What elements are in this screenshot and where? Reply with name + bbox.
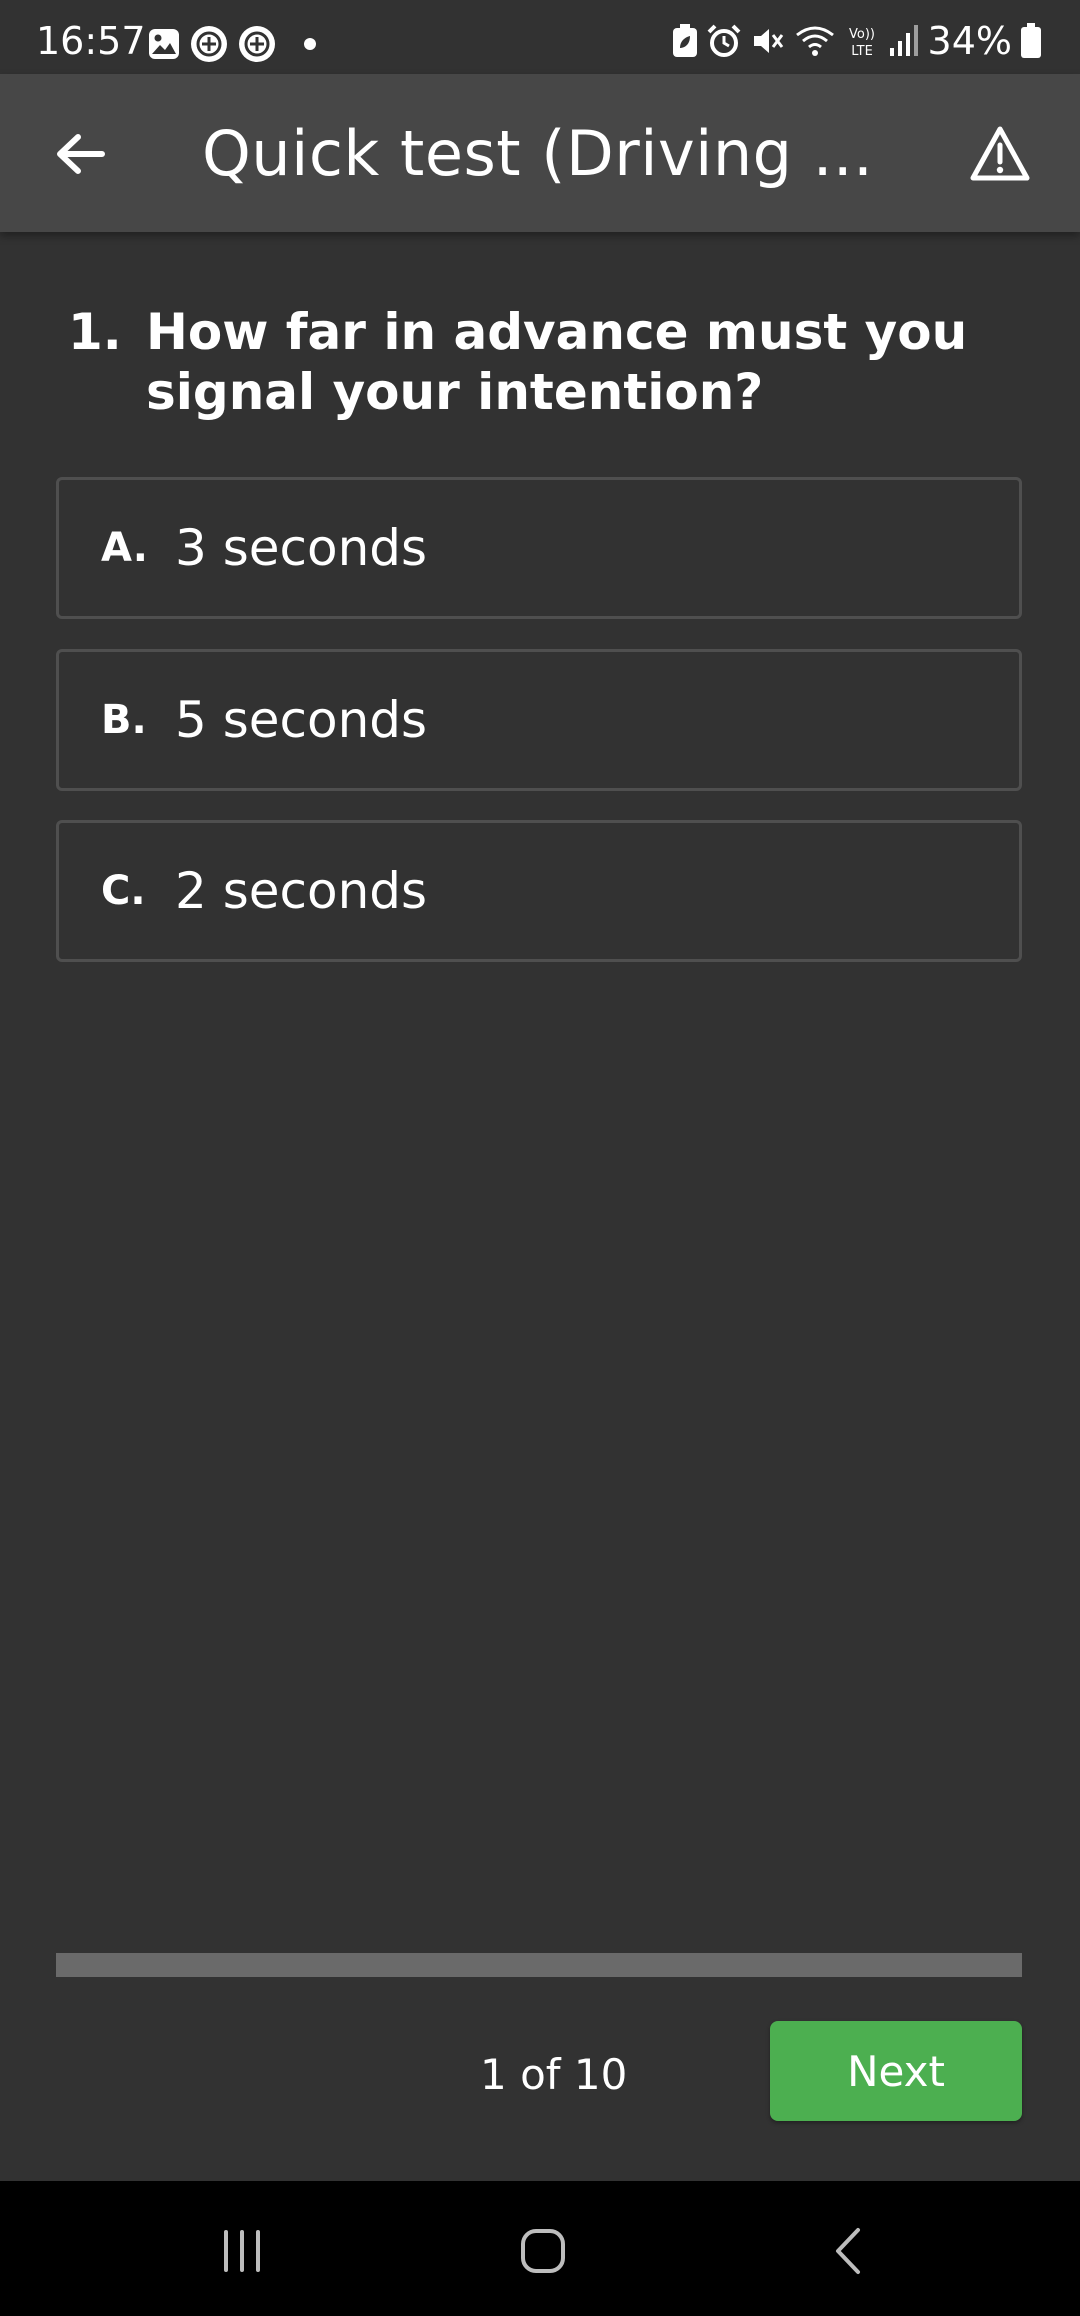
back-button[interactable] (40, 114, 120, 194)
status-bar: 16:57 Vo)) LTE 34% (0, 0, 1080, 74)
app-bar: Quick test (Driving ... (0, 74, 1080, 232)
home-icon (521, 2229, 565, 2273)
app-notification-icon (191, 26, 227, 62)
mute-icon (753, 29, 783, 53)
question-text: How far in advance must you signal your … (146, 303, 968, 421)
progress-bar (56, 1953, 1022, 1977)
option-letter: C. (101, 868, 146, 914)
warning-icon (970, 126, 1030, 181)
wifi-icon (795, 26, 834, 56)
gallery-icon (149, 29, 179, 59)
page-title: Quick test (Driving ... (202, 117, 874, 190)
battery-icon (1021, 23, 1041, 58)
svg-text:Vo)): Vo)) (849, 27, 875, 42)
system-back-button[interactable] (808, 2211, 888, 2291)
app-notification-icon (239, 26, 275, 62)
next-button[interactable]: Next (770, 2021, 1022, 2121)
dot-icon (304, 38, 316, 50)
home-button[interactable] (503, 2211, 583, 2291)
question-number: 1. (68, 303, 122, 361)
back-arrow-icon (57, 134, 105, 174)
system-nav-bar (0, 2181, 1080, 2316)
battery-saver-icon (672, 24, 697, 57)
battery-percent: 34% (927, 19, 1012, 63)
report-button[interactable] (960, 114, 1040, 194)
status-left-icons (148, 25, 320, 63)
status-time: 16:57 (36, 19, 146, 63)
option-letter: B. (101, 697, 147, 743)
alarm-icon (707, 24, 740, 57)
option-text: 5 seconds (175, 691, 428, 749)
answer-option-b[interactable]: B. 5 seconds (56, 649, 1022, 791)
back-icon (836, 2228, 860, 2274)
recent-apps-icon (224, 2230, 260, 2272)
svg-text:LTE: LTE (851, 44, 873, 58)
answer-option-a[interactable]: A. 3 seconds (56, 477, 1022, 619)
option-letter: A. (101, 525, 148, 571)
question: 1. How far in advance must you signal yo… (68, 302, 1018, 422)
volte-icon: Vo)) LTE (849, 27, 875, 58)
option-text: 2 seconds (175, 862, 428, 920)
recent-apps-button[interactable] (202, 2211, 282, 2291)
option-text: 3 seconds (175, 519, 428, 577)
answer-option-c[interactable]: C. 2 seconds (56, 820, 1022, 962)
status-right-icons: Vo)) LTE 34% (672, 22, 1042, 60)
page-counter: 1 of 10 (480, 2050, 628, 2099)
signal-icon (889, 25, 918, 56)
